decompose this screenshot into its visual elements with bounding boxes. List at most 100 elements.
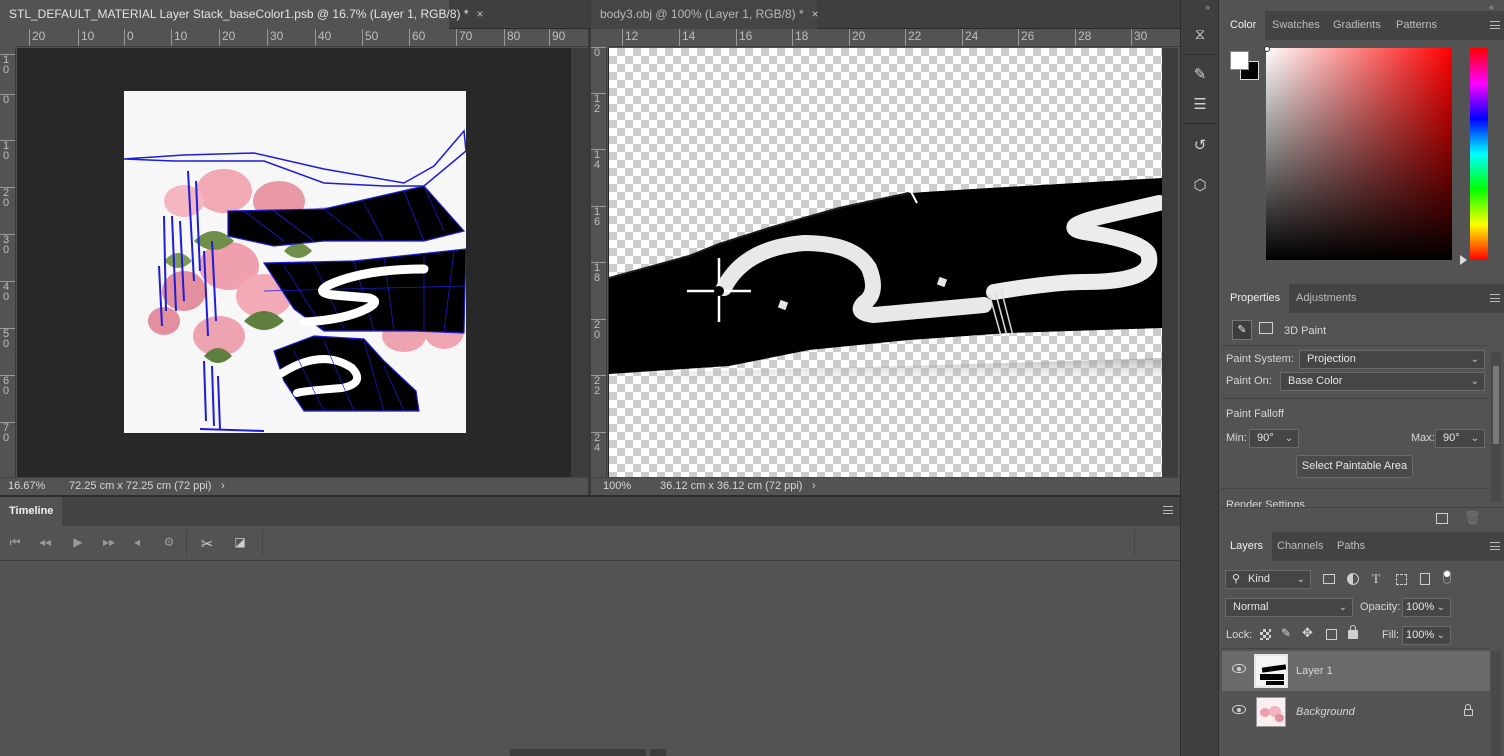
properties-scrollbar[interactable] <box>1491 352 1501 502</box>
next-frame-icon[interactable]: ▸▸ <box>101 535 117 549</box>
audio-icon[interactable]: ◂ <box>129 535 145 549</box>
transition-icon[interactable]: ◪ <box>232 535 248 549</box>
tab-gradients[interactable]: Gradients <box>1324 11 1390 40</box>
3d-model-view[interactable] <box>609 48 1162 477</box>
previous-frame-icon[interactable]: ◂◂ <box>37 535 53 549</box>
lock-brush-icon[interactable]: ✎ <box>1281 626 1291 640</box>
tab-swatches[interactable]: Swatches <box>1263 11 1329 40</box>
scrollbar-left[interactable] <box>571 48 588 477</box>
layer-filter-value: Kind <box>1248 573 1271 585</box>
history-icon[interactable]: ⧖ <box>1181 22 1219 48</box>
layer-filter-select[interactable]: ⚲ Kind ⌄ <box>1225 570 1311 589</box>
hue-slider-handle[interactable] <box>1460 255 1467 265</box>
rotate-icon[interactable]: ↺ <box>1181 133 1219 159</box>
blend-mode-select[interactable]: Normal ⌄ <box>1225 598 1353 617</box>
tab-adjustments[interactable]: Adjustments <box>1287 284 1366 313</box>
doc-tab-title: body3.obj @ 100% (Layer 1, RGB/8) * <box>600 7 804 21</box>
settings-gear-icon[interactable]: ⚙ <box>161 535 177 549</box>
lock-all-icon[interactable] <box>1348 625 1358 639</box>
fill-input[interactable]: 100% ⌄ <box>1402 626 1451 645</box>
tab-properties[interactable]: Properties <box>1221 284 1290 313</box>
vertical-ruler: 1 0 0 1 0 2 0 3 0 4 0 5 0 6 0 7 0 <box>0 47 16 477</box>
visibility-eye-icon[interactable] <box>1232 705 1246 714</box>
doc-tab-body3[interactable]: body3.obj @ 100% (Layer 1, RGB/8) * × <box>591 0 819 29</box>
lock-artboard-icon[interactable] <box>1326 629 1337 640</box>
tab-patterns[interactable]: Patterns <box>1387 11 1446 40</box>
layer-row-layer1[interactable]: Layer 1 <box>1222 651 1490 691</box>
layers-scrollbar[interactable] <box>1491 651 1501 756</box>
render-icon[interactable] <box>1436 513 1448 524</box>
filter-toggle-icon[interactable] <box>1443 570 1451 584</box>
panel-menu-icon[interactable] <box>1490 294 1500 302</box>
paint-on-select[interactable]: Base Color ⌄ <box>1280 372 1485 391</box>
ruler-label: 7 0 <box>0 422 15 444</box>
tab-channels[interactable]: Channels <box>1268 532 1332 561</box>
color-picker-handle[interactable] <box>1264 46 1270 52</box>
timeline-body[interactable] <box>0 562 1180 756</box>
timeline-scroll-stub[interactable] <box>650 749 666 756</box>
zoom-level[interactable]: 16.67% <box>8 478 45 495</box>
lock-icon[interactable] <box>1464 704 1473 716</box>
ruler-label: 5 0 <box>0 328 15 350</box>
tab-color[interactable]: Color <box>1221 11 1266 40</box>
vertical-ruler: 0 1 2 1 4 1 6 1 8 2 0 2 2 2 4 <box>591 47 607 477</box>
select-paintable-area-button[interactable]: Select Paintable Area <box>1296 455 1413 478</box>
scissors-icon[interactable]: ✂ <box>199 535 215 553</box>
tab-paths[interactable]: Paths <box>1328 532 1374 561</box>
panel-menu-icon[interactable] <box>1490 542 1500 550</box>
panel-menu-icon[interactable] <box>1490 21 1500 29</box>
go-to-first-frame-icon[interactable]: ⏮ <box>7 535 23 550</box>
ruler-label: 1 8 <box>591 262 606 284</box>
zoom-level[interactable]: 100% <box>603 478 631 495</box>
paint-brush-icon[interactable]: ✎ <box>1232 320 1252 340</box>
ruler-label: 22 <box>905 29 921 46</box>
panel-menu-icon[interactable] <box>1163 506 1173 514</box>
doc-tab-texture[interactable]: STL_DEFAULT_MATERIAL Layer Stack_baseCol… <box>0 0 484 29</box>
chevron-down-icon: ⌄ <box>1470 433 1479 444</box>
paint-system-select[interactable]: Projection ⌄ <box>1299 350 1485 369</box>
texture-canvas[interactable] <box>124 91 466 433</box>
timeline-scroll-stub[interactable] <box>510 749 646 756</box>
max-falloff-value: 90° <box>1443 432 1460 444</box>
close-icon[interactable]: × <box>477 7 484 21</box>
tab-layers[interactable]: Layers <box>1221 532 1273 561</box>
3d-cube-icon[interactable]: ⬡ <box>1181 173 1219 199</box>
status-menu-arrow[interactable]: › <box>812 478 816 495</box>
filter-shape-icon[interactable] <box>1396 574 1407 585</box>
doc-splitter[interactable] <box>588 29 591 495</box>
filter-type-icon[interactable]: T <box>1372 571 1380 587</box>
filter-pixel-icon[interactable] <box>1323 574 1335 584</box>
tab-timeline[interactable]: Timeline <box>0 497 63 526</box>
paint-on-label: Paint On: <box>1226 375 1272 387</box>
play-icon[interactable]: ▶ <box>70 535 86 549</box>
layers-divider <box>1221 648 1489 649</box>
lock-move-icon[interactable]: ✥ <box>1302 625 1313 641</box>
lock-transparent-icon[interactable] <box>1260 629 1271 640</box>
brush-settings-icon[interactable]: ✎ <box>1181 62 1219 88</box>
ruler-label: 30 <box>267 29 283 46</box>
toolbar-separator <box>186 530 187 556</box>
layer-thumbnail <box>1256 697 1286 727</box>
collapse-icon[interactable]: » <box>1205 2 1210 12</box>
foreground-color-swatch[interactable] <box>1230 51 1249 70</box>
scrollbar-right[interactable] <box>1162 48 1178 477</box>
trash-icon[interactable]: 🗑 <box>1464 510 1481 526</box>
adjust-sliders-icon[interactable]: ☰ <box>1181 92 1219 118</box>
status-menu-arrow[interactable]: › <box>221 478 225 495</box>
layer-row-background[interactable]: Background <box>1222 692 1490 732</box>
chevron-down-icon: ⌄ <box>1436 602 1445 613</box>
color-field[interactable] <box>1266 48 1452 260</box>
visibility-eye-icon[interactable] <box>1232 664 1246 673</box>
ruler-label: 2 2 <box>591 375 606 397</box>
properties-footer <box>1221 507 1504 531</box>
filter-adjustment-icon[interactable] <box>1347 573 1359 585</box>
min-falloff-input[interactable]: 90° ⌄ <box>1249 429 1299 448</box>
max-falloff-input[interactable]: 90° ⌄ <box>1435 429 1485 448</box>
filter-smart-object-icon[interactable] <box>1420 573 1430 585</box>
hue-slider[interactable] <box>1470 48 1488 260</box>
close-icon[interactable]: × <box>812 7 819 21</box>
opacity-input[interactable]: 100% ⌄ <box>1402 598 1451 617</box>
ruler-label: 10 <box>171 29 187 46</box>
status-bar-left: 16.67% 72.25 cm x 72.25 cm (72 ppi) › <box>0 477 588 495</box>
timeline-header <box>0 497 1180 526</box>
